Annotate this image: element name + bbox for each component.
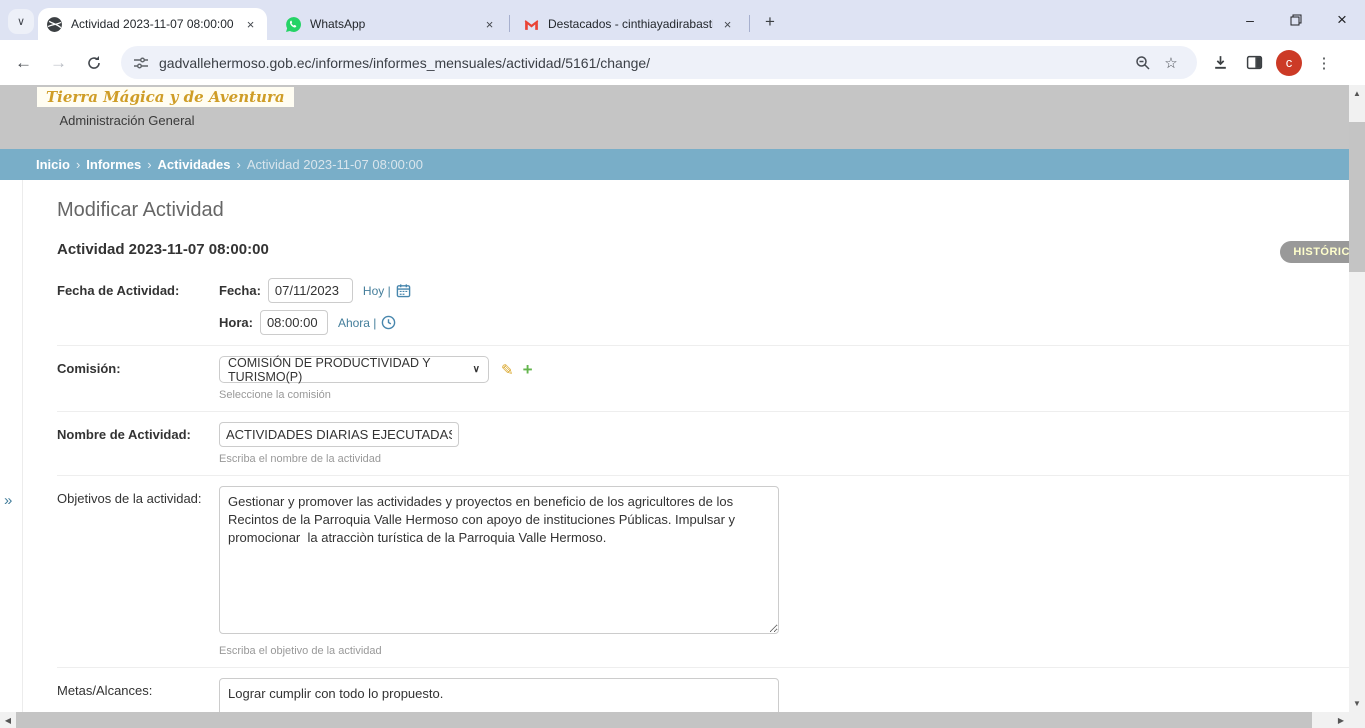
edit-comision-icon[interactable]: ✎ xyxy=(501,361,514,379)
form-row-nombre: Nombre de Actividad: Escriba el nombre d… xyxy=(57,412,1349,476)
field-label-nombre: Nombre de Actividad: xyxy=(57,422,219,465)
breadcrumb-inicio[interactable]: Inicio xyxy=(36,157,70,172)
site-subtitle: Administración General xyxy=(37,113,217,128)
tab-gmail[interactable]: Destacados - cinthiayadirabasti × xyxy=(515,8,744,40)
zoom-out-icon[interactable] xyxy=(1129,49,1157,77)
date-sublabel: Fecha: xyxy=(219,283,261,298)
tab-title: Destacados - cinthiayadirabasti xyxy=(548,17,713,31)
globe-favicon-icon xyxy=(46,16,63,33)
breadcrumb-actividades[interactable]: Actividades xyxy=(158,157,231,172)
field-label-comision: Comisión: xyxy=(57,356,219,401)
scroll-up-icon[interactable]: ▲ xyxy=(1349,89,1365,98)
reload-button[interactable] xyxy=(76,46,111,80)
download-icon[interactable] xyxy=(1203,49,1237,77)
new-tab-button[interactable]: + xyxy=(757,9,783,35)
browser-toolbar: ← → gadvallehermoso.gob.ec/informes/info… xyxy=(0,40,1365,85)
gmail-favicon-icon xyxy=(523,16,540,33)
objetivos-textarea[interactable]: Gestionar y promover las actividades y p… xyxy=(219,486,779,634)
horizontal-scrollbar-thumb[interactable] xyxy=(16,712,1312,728)
site-logo[interactable]: Tierra Mágica y de Aventura xyxy=(37,87,294,107)
breadcrumb-separator: › xyxy=(147,157,151,172)
object-title: Actividad 2023-11-07 08:00:00 xyxy=(57,241,1349,258)
vertical-scrollbar-thumb[interactable] xyxy=(1349,122,1365,272)
form-row-fecha: Fecha de Actividad: Fecha: Hoy | xyxy=(57,268,1349,346)
today-link[interactable]: Hoy | xyxy=(363,284,391,298)
site-settings-icon[interactable] xyxy=(133,55,149,71)
form-fieldset: Fecha de Actividad: Fecha: Hoy | xyxy=(57,268,1349,712)
time-sublabel: Hora: xyxy=(219,315,253,330)
historic-button[interactable]: HISTÓRICO xyxy=(1280,241,1349,263)
restore-icon xyxy=(1290,14,1302,26)
profile-avatar[interactable]: c xyxy=(1276,50,1302,76)
tab-title: WhatsApp xyxy=(310,17,475,31)
restore-button[interactable] xyxy=(1273,0,1319,40)
help-text-objetivos: Escriba el objetivo de la actividad xyxy=(219,645,1349,657)
sidebar-expand-toggle[interactable]: » xyxy=(4,492,12,509)
horizontal-scrollbar[interactable]: ◀ ▶ xyxy=(0,712,1349,728)
browser-menu-icon[interactable]: ⋮ xyxy=(1307,49,1341,77)
bookmark-star-icon[interactable]: ☆ xyxy=(1157,49,1185,77)
nombre-input[interactable] xyxy=(219,422,459,447)
form-row-comision: Comisión: COMISIÓN DE PRODUCTIVIDAD Y TU… xyxy=(57,346,1349,412)
help-text-comision: Seleccione la comisión xyxy=(219,389,1349,401)
reload-icon xyxy=(86,55,102,71)
now-link[interactable]: Ahora | xyxy=(338,316,376,330)
tab-actividad[interactable]: Actividad 2023-11-07 08:00:00 × xyxy=(38,8,267,40)
breadcrumb: Inicio › Informes › Actividades › Activi… xyxy=(0,149,1349,180)
toolbar-right: c ⋮ xyxy=(1203,49,1341,77)
calendar-icon[interactable] xyxy=(396,283,411,298)
form-row-metas: Metas/Alcances: Lograr cumplir con todo … xyxy=(57,668,1349,712)
page-content: » Modificar Actividad HISTÓRICO Activida… xyxy=(0,180,1349,712)
breadcrumb-informes[interactable]: Informes xyxy=(86,157,141,172)
tab-divider xyxy=(509,15,510,32)
back-button[interactable]: ← xyxy=(6,46,41,80)
clock-icon[interactable] xyxy=(381,315,396,330)
vertical-scrollbar[interactable]: ▲ ▼ xyxy=(1349,85,1365,712)
side-panel-icon[interactable] xyxy=(1237,49,1271,77)
tab-search-button[interactable]: ∨ xyxy=(8,9,34,34)
breadcrumb-separator: › xyxy=(76,157,80,172)
browser-window: ∨ Actividad 2023-11-07 08:00:00 × WhatsA… xyxy=(0,0,1365,728)
url-text[interactable]: gadvallehermoso.gob.ec/informes/informes… xyxy=(159,55,1129,71)
now-shortcut[interactable]: Ahora | xyxy=(338,315,396,330)
scroll-left-icon[interactable]: ◀ xyxy=(0,716,16,725)
scroll-right-icon[interactable]: ▶ xyxy=(1333,716,1349,725)
tab-title: Actividad 2023-11-07 08:00:00 xyxy=(71,17,236,31)
address-bar[interactable]: gadvallehermoso.gob.ec/informes/informes… xyxy=(121,46,1197,79)
close-window-button[interactable]: × xyxy=(1319,0,1365,40)
change-form: Modificar Actividad HISTÓRICO Actividad … xyxy=(23,199,1349,712)
comision-selected-value: COMISIÓN DE PRODUCTIVIDAD Y TURISMO(P) xyxy=(228,356,473,384)
form-row-objetivos: Objetivos de la actividad: Gestionar y p… xyxy=(57,476,1349,668)
close-tab-icon[interactable]: × xyxy=(242,16,259,33)
date-input[interactable] xyxy=(268,278,353,303)
chevron-down-icon: ∨ xyxy=(17,15,25,28)
close-tab-icon[interactable]: × xyxy=(481,16,498,33)
comision-select[interactable]: COMISIÓN DE PRODUCTIVIDAD Y TURISMO(P) ∨ xyxy=(219,356,489,383)
breadcrumb-separator: › xyxy=(237,157,241,172)
minimize-button[interactable]: – xyxy=(1227,0,1273,40)
time-input[interactable] xyxy=(260,310,328,335)
metas-textarea[interactable]: Lograr cumplir con todo lo propuesto. xyxy=(219,678,779,712)
close-tab-icon[interactable]: × xyxy=(719,16,736,33)
scroll-down-icon[interactable]: ▼ xyxy=(1349,699,1365,708)
add-comision-icon[interactable]: + xyxy=(523,360,533,380)
help-text-nombre: Escriba el nombre de la actividad xyxy=(219,453,1349,465)
forward-button[interactable]: → xyxy=(41,46,76,80)
page-title: Modificar Actividad xyxy=(57,199,1349,222)
chevron-down-icon: ∨ xyxy=(473,364,480,375)
today-shortcut[interactable]: Hoy | xyxy=(363,283,411,298)
field-label-metas: Metas/Alcances: xyxy=(57,678,219,712)
whatsapp-favicon-icon xyxy=(285,16,302,33)
breadcrumb-current: Actividad 2023-11-07 08:00:00 xyxy=(247,157,423,172)
browser-titlebar: ∨ Actividad 2023-11-07 08:00:00 × WhatsA… xyxy=(0,0,1365,40)
field-label-fecha: Fecha de Actividad: xyxy=(57,278,219,335)
site-header: Tierra Mágica y de Aventura Administraci… xyxy=(0,85,1349,149)
tab-divider xyxy=(749,15,750,32)
window-controls: – × xyxy=(1227,0,1365,40)
field-label-objetivos: Objetivos de la actividad: xyxy=(57,486,219,657)
scrollbar-corner xyxy=(1349,712,1365,728)
tab-whatsapp[interactable]: WhatsApp × xyxy=(277,8,506,40)
